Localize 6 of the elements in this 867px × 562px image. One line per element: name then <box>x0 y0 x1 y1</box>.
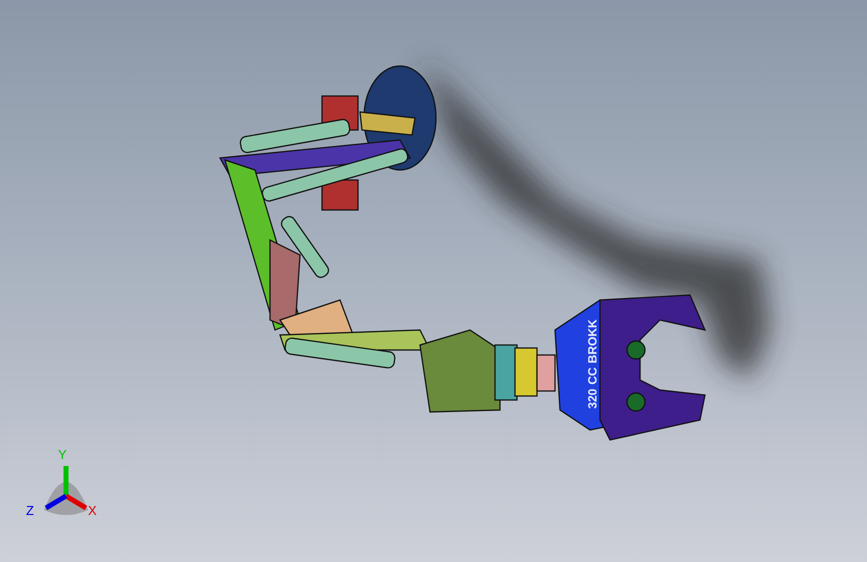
axis-label: Y <box>58 448 67 461</box>
model-engraving: 320 <box>586 388 599 409</box>
axis-label: Z <box>26 504 34 517</box>
model-engraving: BROKK <box>586 319 599 364</box>
axis-label: X <box>88 504 97 517</box>
model-engraving: CC <box>586 367 599 385</box>
